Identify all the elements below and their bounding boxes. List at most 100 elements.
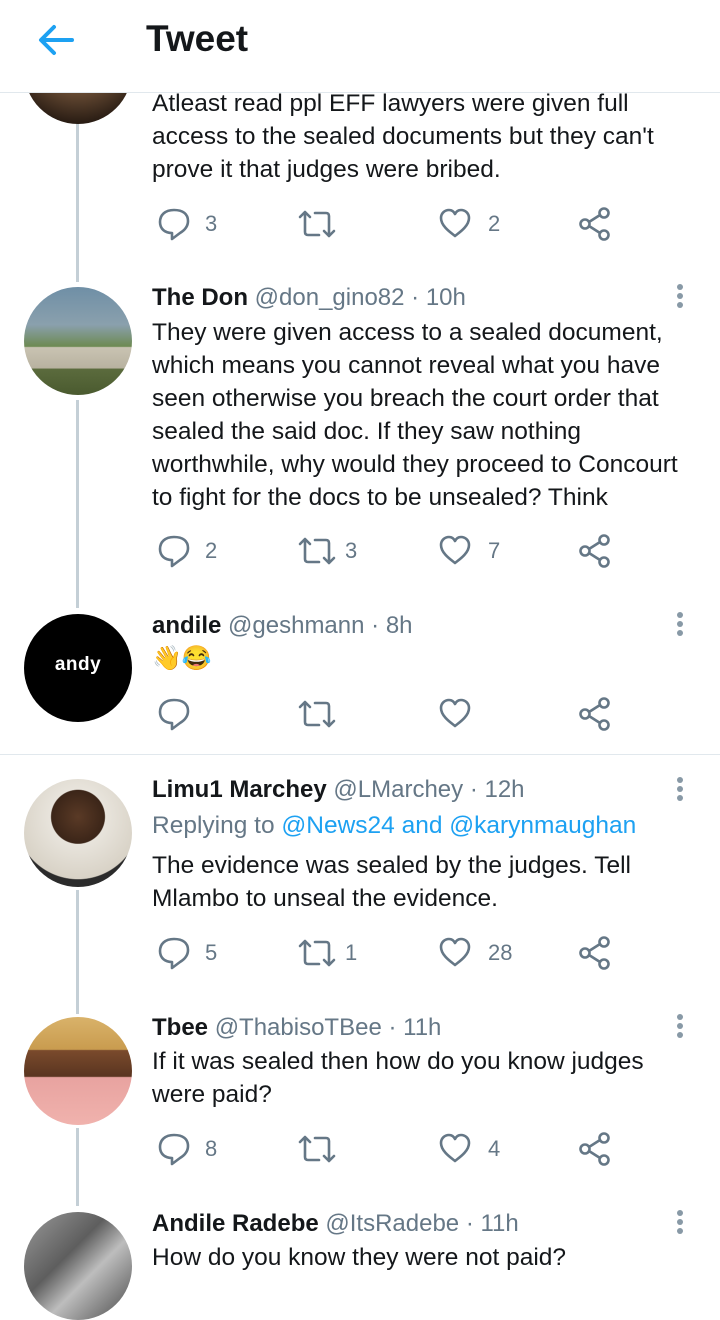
- like-button[interactable]: [438, 694, 478, 734]
- heart-icon: [439, 937, 471, 967]
- reply-count: 3: [205, 211, 218, 236]
- like-button[interactable]: 7: [438, 531, 518, 571]
- timestamp: · 11h: [465, 1210, 519, 1237]
- tweet-actions: 3 2: [0, 204, 720, 244]
- like-button[interactable]: 2: [438, 204, 518, 244]
- tweet-meta: Limu1 Marchey @LMarchey · 12h: [152, 776, 525, 804]
- retweet-button[interactable]: 1: [297, 933, 377, 973]
- tweet-text: 👋😂: [152, 645, 212, 672]
- more-options-button[interactable]: [668, 1011, 692, 1041]
- display-name[interactable]: Andile Radebe: [152, 1210, 319, 1237]
- thread-connector: [76, 120, 79, 282]
- share-icon: [579, 697, 610, 731]
- replying-to: Replying to @News24 and @karynmaughan: [152, 812, 636, 840]
- share-icon: [579, 534, 610, 568]
- retweet-count: 3: [345, 538, 358, 563]
- retweet-icon: [298, 700, 336, 728]
- app-header: Tweet: [0, 0, 720, 93]
- display-name[interactable]: Tbee: [152, 1014, 208, 1041]
- reply-count: 2: [205, 538, 218, 563]
- reply-icon: [158, 698, 190, 731]
- tweet-meta: The Don @don_gino82 · 10h: [152, 284, 466, 312]
- share-button[interactable]: [578, 694, 614, 734]
- reply-icon: [158, 535, 190, 568]
- avatar[interactable]: [24, 1017, 132, 1125]
- retweet-button[interactable]: [297, 694, 341, 734]
- tweet-meta: Tbee @ThabisoTBee · 11h: [152, 1014, 441, 1042]
- tweet-meta: Andile Radebe @ItsRadebe · 11h: [152, 1210, 519, 1238]
- like-count: 28: [488, 940, 513, 965]
- heart-icon: [439, 208, 471, 238]
- share-button[interactable]: [578, 1129, 614, 1169]
- avatar[interactable]: [24, 779, 132, 887]
- like-count: 7: [488, 538, 501, 563]
- share-button[interactable]: [578, 933, 614, 973]
- tweet-text: The evidence was sealed by the judges. T…: [152, 852, 631, 912]
- reply-count: 5: [205, 940, 218, 965]
- display-name[interactable]: Limu1 Marchey: [152, 776, 327, 803]
- heart-icon: [439, 1133, 471, 1163]
- handle[interactable]: @ThabisoTBee: [215, 1014, 382, 1041]
- reply-icon: [158, 937, 190, 970]
- tweet-text: They were given access to a sealed docum…: [152, 319, 678, 511]
- avatar[interactable]: [24, 1212, 132, 1320]
- more-options-button[interactable]: [668, 774, 692, 804]
- more-options-button[interactable]: [668, 1207, 692, 1237]
- reply-button[interactable]: 3: [157, 204, 237, 244]
- thread-connector: [76, 400, 79, 608]
- timestamp: · 10h: [411, 284, 466, 311]
- conversation-divider: [0, 754, 720, 755]
- tweet-actions: 8 4: [0, 1129, 720, 1169]
- more-options-button[interactable]: [668, 609, 692, 639]
- retweet-icon: [298, 210, 336, 238]
- share-icon: [579, 936, 610, 970]
- timestamp: · 11h: [388, 1014, 442, 1041]
- display-name[interactable]: The Don: [152, 284, 248, 311]
- share-icon: [579, 207, 610, 241]
- reply-icon: [158, 1133, 190, 1166]
- reply-icon: [158, 208, 190, 241]
- reply-button[interactable]: [157, 694, 197, 734]
- tweet-text: If it was sealed then how do you know ju…: [152, 1048, 644, 1108]
- retweet-icon: [298, 1135, 336, 1163]
- tweet-meta: andile @geshmann · 8h: [152, 612, 413, 640]
- heart-icon: [439, 698, 471, 728]
- arrow-left-icon: [39, 25, 74, 55]
- tweet-text: How do you know they were not paid?: [152, 1244, 567, 1271]
- display-name[interactable]: andile: [152, 612, 221, 639]
- like-count: 2: [488, 211, 501, 236]
- heart-icon: [439, 535, 471, 565]
- retweet-button[interactable]: [297, 204, 377, 244]
- avatar[interactable]: [24, 287, 132, 395]
- tweet-actions: 5 1 28: [0, 933, 720, 973]
- retweet-icon: [298, 537, 336, 565]
- handle[interactable]: @geshmann: [228, 612, 364, 639]
- share-button[interactable]: [578, 204, 614, 244]
- reply-button[interactable]: 8: [157, 1129, 237, 1169]
- timestamp: · 8h: [371, 612, 413, 639]
- back-button[interactable]: [34, 20, 78, 60]
- tweet-actions: 2 3 7: [0, 531, 720, 571]
- tweet-actions: [0, 694, 720, 734]
- reply-count: 8: [205, 1136, 218, 1161]
- like-count: 4: [488, 1136, 501, 1161]
- share-button[interactable]: [578, 531, 614, 571]
- retweet-button[interactable]: 3: [297, 531, 377, 571]
- more-options-button[interactable]: [668, 281, 692, 311]
- share-icon: [579, 1132, 610, 1166]
- handle[interactable]: @don_gino82: [255, 284, 405, 311]
- reply-button[interactable]: 2: [157, 531, 237, 571]
- handle[interactable]: @ItsRadebe: [325, 1210, 459, 1237]
- like-button[interactable]: 28: [438, 933, 528, 973]
- retweet-count: 1: [345, 940, 358, 965]
- timestamp: · 12h: [469, 776, 525, 803]
- page-title: Tweet: [146, 18, 249, 59]
- replying-to-mentions[interactable]: @News24 and @karynmaughan: [281, 812, 636, 839]
- handle[interactable]: @LMarchey: [333, 776, 463, 803]
- tweet-text: Atleast read ppl EFF lawyers were given …: [152, 90, 654, 183]
- reply-button[interactable]: 5: [157, 933, 237, 973]
- retweet-button[interactable]: [297, 1129, 341, 1169]
- avatar-text: andy: [54, 654, 102, 675]
- retweet-icon: [298, 939, 336, 967]
- like-button[interactable]: 4: [438, 1129, 518, 1169]
